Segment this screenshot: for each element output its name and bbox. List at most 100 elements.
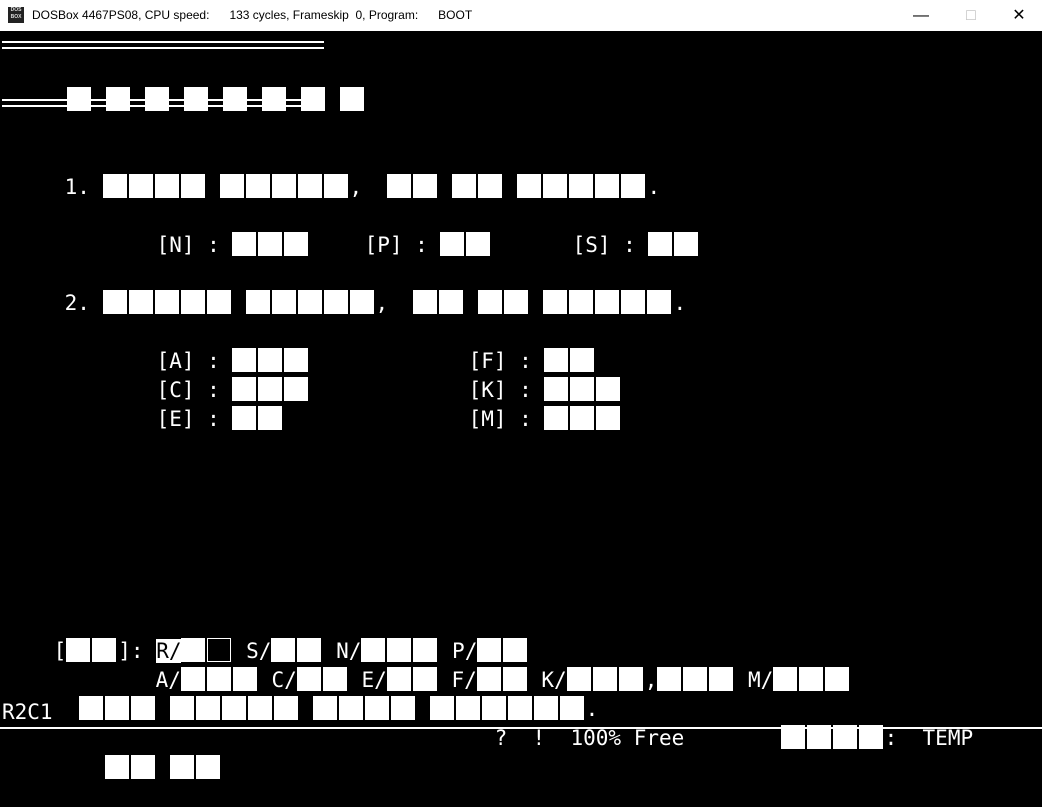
glyph-block bbox=[206, 290, 231, 314]
glyph-block bbox=[154, 174, 179, 198]
m-option[interactable]: M/ bbox=[748, 668, 773, 692]
glyph-block bbox=[674, 232, 699, 256]
close-button[interactable]: ✕ bbox=[996, 0, 1042, 31]
option-key: [P] bbox=[364, 233, 403, 257]
glyph-block bbox=[799, 667, 824, 691]
glyph-block bbox=[569, 174, 594, 198]
dos-screen[interactable]: 1. , . [N] : [P] : [S] : 2. , . [A] : [C… bbox=[0, 31, 1042, 779]
glyph-block bbox=[180, 174, 205, 198]
menu1-heading: 1. , . bbox=[14, 148, 660, 199]
comma: , bbox=[375, 291, 389, 315]
option-sep: : bbox=[207, 407, 220, 431]
menu2-option-e[interactable]: [E] : bbox=[106, 380, 284, 431]
glyph-block bbox=[349, 290, 374, 314]
menu1-option-n[interactable]: [N] : bbox=[106, 206, 310, 257]
prompt-open: [ bbox=[53, 639, 67, 663]
glyph-block bbox=[169, 696, 194, 720]
glyph-block bbox=[245, 174, 270, 198]
glyph-block bbox=[478, 174, 503, 198]
glyph-block bbox=[439, 290, 464, 314]
ime-indicator bbox=[54, 729, 222, 779]
glyph-block bbox=[709, 667, 734, 691]
option-sep: : bbox=[519, 407, 532, 431]
glyph-block bbox=[773, 667, 798, 691]
glyph-block bbox=[657, 667, 682, 691]
glyph-block bbox=[390, 696, 415, 720]
glyph-block bbox=[618, 667, 643, 691]
glyph-block bbox=[130, 696, 155, 720]
glyph-block bbox=[517, 174, 542, 198]
maximize-button[interactable]: □ bbox=[948, 0, 994, 31]
glyph-block bbox=[104, 696, 129, 720]
status-question: ? bbox=[494, 726, 508, 750]
glyph-block bbox=[323, 290, 348, 314]
glyph-block bbox=[130, 755, 155, 779]
window-titlebar[interactable]: DOS BOX DOSBox 4467PS08, CPU speed: 133 … bbox=[0, 0, 1042, 31]
glyph-block bbox=[683, 667, 708, 691]
glyph-block bbox=[128, 290, 153, 314]
glyph-block bbox=[543, 290, 568, 314]
option-key: [E] bbox=[156, 407, 195, 431]
option-key: [N] bbox=[156, 233, 195, 257]
glyph-block bbox=[440, 232, 465, 256]
help-text: . bbox=[28, 670, 598, 721]
menu1-option-s[interactable]: [S] : bbox=[522, 206, 700, 257]
glyph-block bbox=[219, 174, 244, 198]
glyph-block bbox=[232, 232, 257, 256]
option-sep: : bbox=[415, 233, 428, 257]
glyph-block bbox=[339, 87, 364, 111]
bottom-separator bbox=[2, 99, 324, 107]
glyph-block bbox=[544, 406, 569, 430]
menu2-option-m[interactable]: [M] : bbox=[418, 380, 622, 431]
command-options-line[interactable]: A/ C/ E/ F/ K/, M/ bbox=[105, 641, 851, 692]
glyph-block bbox=[128, 174, 153, 198]
comma: , bbox=[349, 175, 363, 199]
glyph-block bbox=[595, 290, 620, 314]
glyph-block bbox=[570, 406, 595, 430]
dosbox-app-icon: DOS BOX bbox=[8, 7, 24, 23]
menu2-option-f[interactable]: [F] : bbox=[418, 322, 596, 373]
menu2-option-a[interactable]: [A] : bbox=[106, 322, 310, 373]
glyph-block bbox=[78, 696, 103, 720]
glyph-block bbox=[102, 174, 127, 198]
glyph-block bbox=[247, 696, 272, 720]
glyph-block bbox=[543, 174, 568, 198]
option-key: [S] bbox=[572, 233, 611, 257]
glyph-block bbox=[245, 290, 270, 314]
glyph-block bbox=[195, 755, 220, 779]
glyph-block bbox=[258, 406, 283, 430]
glyph-block bbox=[258, 232, 283, 256]
menu1-number: 1. bbox=[64, 175, 90, 199]
status-help: ? ! 100% Free bbox=[444, 699, 685, 750]
glyph-block bbox=[621, 290, 646, 314]
glyph-block bbox=[169, 755, 194, 779]
glyph-block bbox=[569, 290, 594, 314]
glyph-block bbox=[195, 696, 220, 720]
minimize-icon: — bbox=[913, 7, 929, 24]
menu2-heading: 2. , . bbox=[14, 264, 686, 315]
glyph-block bbox=[478, 290, 503, 314]
command-prompt[interactable]: []: R/ S/ N/ P/ bbox=[3, 612, 529, 663]
glyph-block bbox=[284, 232, 309, 256]
glyph-block bbox=[271, 290, 296, 314]
glyph-block bbox=[154, 290, 179, 314]
minimize-button[interactable]: — bbox=[898, 0, 944, 31]
glyph-block bbox=[232, 406, 257, 430]
status-position: R2C1 bbox=[2, 700, 53, 724]
maximize-icon: □ bbox=[966, 7, 976, 24]
option-key: [M] bbox=[468, 407, 507, 431]
glyph-block bbox=[466, 232, 491, 256]
glyph-block bbox=[387, 174, 412, 198]
window-title: DOSBox 4467PS08, CPU speed: 133 cycles, … bbox=[32, 8, 473, 22]
menu2-option-c[interactable]: [C] : bbox=[106, 351, 310, 402]
status-mode: : TEMP bbox=[730, 699, 973, 750]
status-mode-label: TEMP bbox=[922, 726, 974, 750]
glyph-block bbox=[648, 232, 673, 256]
menu2-option-k[interactable]: [K] : bbox=[418, 351, 622, 402]
menu1-option-p[interactable]: [P] : bbox=[314, 206, 492, 257]
glyph-block bbox=[413, 174, 438, 198]
glyph-block bbox=[504, 290, 529, 314]
period: . bbox=[647, 175, 661, 199]
glyph-block bbox=[323, 174, 348, 198]
glyph-block bbox=[66, 638, 91, 662]
